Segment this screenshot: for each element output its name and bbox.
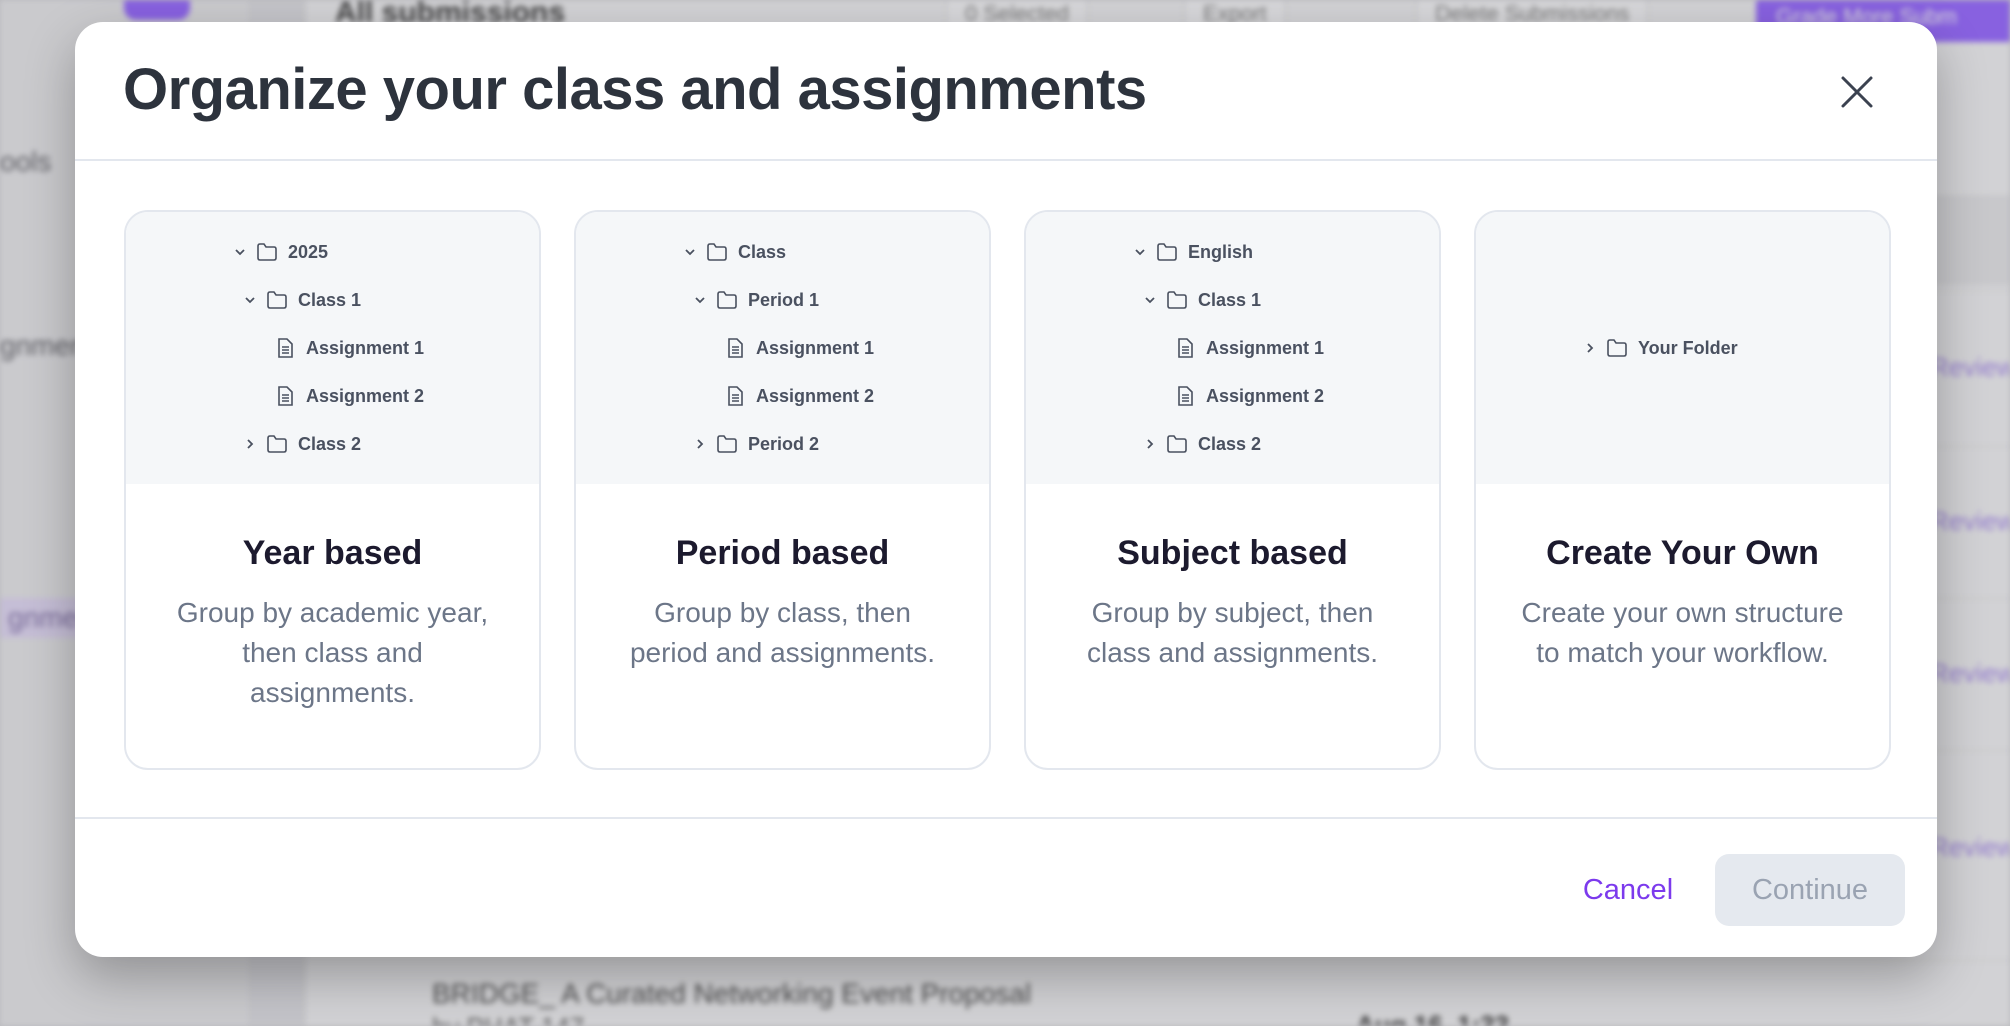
tree-label: Assignment 2 [756, 385, 875, 406]
chevron-down-icon [695, 297, 705, 304]
card-title: Subject based [1117, 534, 1348, 572]
document-icon [728, 338, 743, 358]
card-title: Period based [675, 534, 890, 572]
folder-tree-preview: Your Folder [1476, 212, 1889, 484]
folder-icon [1157, 243, 1177, 261]
chevron-right-icon [697, 439, 704, 449]
tree-root: 2025 [234, 237, 328, 267]
tree-leaf: Assignment 1 [726, 333, 874, 363]
chevron-down-icon [235, 249, 245, 256]
tree-label: Your Folder [1638, 337, 1738, 358]
tree-label: Class 2 [298, 433, 362, 454]
document-icon [278, 338, 293, 358]
card-title: Year based [242, 534, 423, 572]
cancel-button[interactable]: Cancel [1563, 854, 1693, 926]
document-icon [1178, 386, 1193, 406]
tree-root: Class [684, 237, 786, 267]
chevron-right-icon [1587, 343, 1594, 353]
chevron-down-icon [685, 249, 695, 256]
chevron-right-icon [1147, 439, 1154, 449]
tree-label: Assignment 1 [1206, 337, 1325, 358]
chevron-down-icon [1135, 249, 1145, 256]
tree-label: 2025 [288, 241, 329, 262]
year-based-card[interactable]: 2025 Class 1 Assignment 1 Assignment 2 C… [124, 210, 541, 770]
modal-footer: Cancel Continue [75, 817, 1937, 957]
subject-based-card[interactable]: English Class 1 Assignment 1 Assignment … [1024, 210, 1441, 770]
tree-label: Class 1 [1198, 289, 1262, 310]
tree-label: Assignment 1 [756, 337, 875, 358]
card-description: Group by subject, then class and assignm… [1086, 597, 1379, 668]
card-title: Create Your Own [1546, 534, 1819, 572]
folder-icon [707, 243, 727, 261]
modal-title: Organize your class and assignments [123, 57, 1147, 122]
chevron-down-icon [245, 297, 255, 304]
document-icon [1178, 338, 1193, 358]
tree-label: Assignment 1 [306, 337, 425, 358]
create-your-own-card[interactable]: Your Folder Create Your Own Create your … [1474, 210, 1891, 770]
card-description: Group by class, then period and assignme… [629, 597, 936, 668]
tree-leaf: Assignment 1 [1176, 333, 1324, 363]
tree-label: Class 2 [1198, 433, 1262, 454]
tree-label: Assignment 2 [1206, 385, 1325, 406]
chevron-right-icon [247, 439, 254, 449]
close-icon [1841, 76, 1873, 108]
period-based-card[interactable]: Class Period 1 Assignment 1 Assignment 2 [574, 210, 991, 770]
modal-header: Organize your class and assignments [75, 22, 1937, 161]
folder-icon [717, 291, 737, 309]
tree-root: Your Folder [1584, 333, 1738, 363]
tree-child: Period 2 [694, 429, 819, 459]
folder-icon [267, 435, 287, 453]
organize-modal: Organize your class and assignments 2025… [75, 22, 1937, 957]
tree-label: Class [738, 241, 787, 262]
tree-child: Class 1 [1144, 285, 1261, 315]
tree-label: Class 1 [298, 289, 362, 310]
chevron-down-icon [1145, 297, 1155, 304]
document-icon [728, 386, 743, 406]
folder-tree-preview: Class Period 1 Assignment 1 Assignment 2 [576, 212, 989, 484]
folder-icon [717, 435, 737, 453]
tree-child: Class 2 [244, 429, 361, 459]
tree-leaf: Assignment 2 [276, 381, 424, 411]
tree-label: Period 1 [748, 289, 820, 310]
tree-label: English [1188, 241, 1254, 262]
folder-icon [267, 291, 287, 309]
tree-leaf: Assignment 2 [726, 381, 874, 411]
continue-button[interactable]: Continue [1715, 854, 1905, 926]
folder-tree-preview: English Class 1 Assignment 1 Assignment … [1026, 212, 1439, 484]
tree-label: Period 2 [748, 433, 820, 454]
tree-leaf: Assignment 2 [1176, 381, 1324, 411]
card-description: Create your own structure to match your … [1521, 597, 1844, 668]
tree-leaf: Assignment 1 [276, 333, 424, 363]
folder-icon [1167, 291, 1187, 309]
folder-tree-preview: 2025 Class 1 Assignment 1 Assignment 2 C… [126, 212, 539, 484]
folder-icon [257, 243, 277, 261]
tree-child: Class 2 [1144, 429, 1261, 459]
folder-icon [1607, 339, 1627, 357]
tree-child: Period 1 [694, 285, 819, 315]
tree-root: English [1134, 237, 1253, 267]
folder-icon [1167, 435, 1187, 453]
close-button[interactable] [1835, 70, 1879, 114]
document-icon [278, 386, 293, 406]
option-cards: 2025 Class 1 Assignment 1 Assignment 2 C… [124, 210, 1894, 770]
tree-child: Class 1 [244, 285, 361, 315]
tree-label: Assignment 2 [306, 385, 425, 406]
card-description: Group by academic year, then class and a… [176, 597, 489, 708]
